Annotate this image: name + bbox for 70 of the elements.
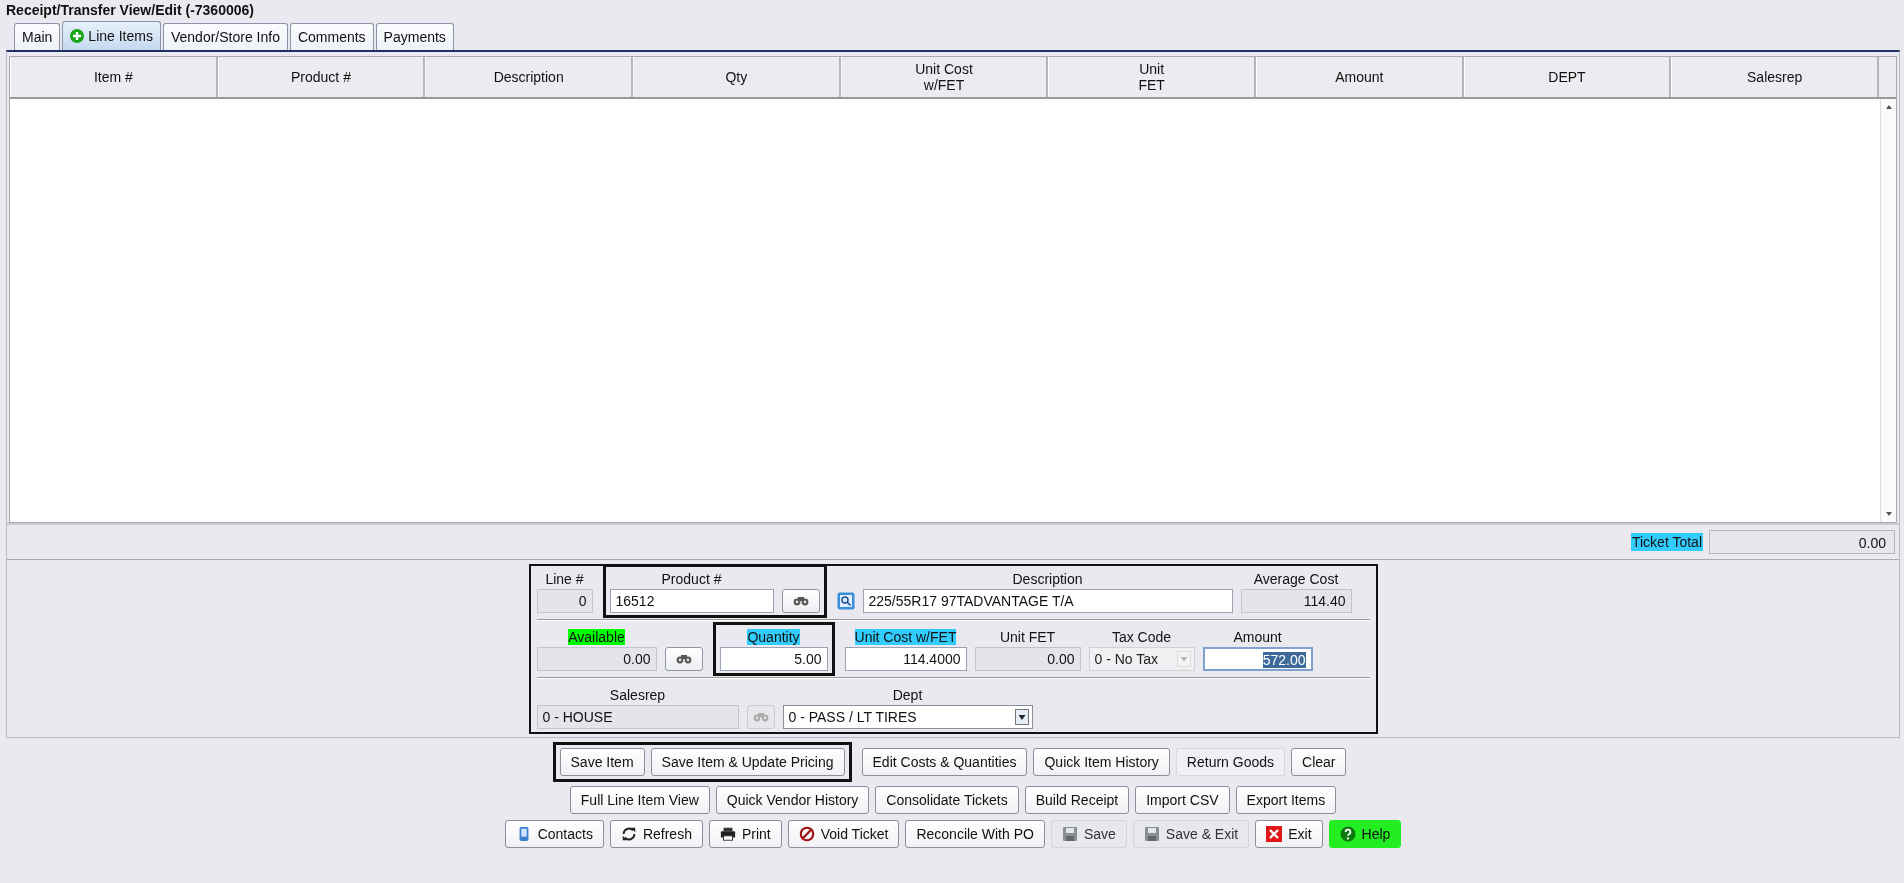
scroll-up-icon[interactable] — [1884, 103, 1893, 111]
binoculars-icon — [752, 712, 769, 722]
button[interactable]: Quick Item History — [1033, 748, 1170, 776]
binoculars-icon — [792, 596, 809, 606]
button[interactable]: Import CSV — [1135, 786, 1230, 814]
input-field[interactable]: 572.00 — [1202, 647, 1313, 671]
tab[interactable]: Main — [14, 23, 61, 50]
ticket-total-field: 0.00 — [1709, 530, 1895, 554]
column-header[interactable]: Unit FET — [1048, 57, 1256, 97]
binoculars-icon — [675, 654, 692, 664]
field-label: Unit FET — [999, 629, 1056, 645]
button[interactable]: Return Goods — [1175, 748, 1285, 776]
button[interactable]: Exit — [1255, 820, 1323, 848]
button[interactable]: Consolidate Tickets — [875, 786, 1019, 814]
field-label: Description — [1012, 571, 1083, 587]
column-header[interactable]: Item # — [10, 57, 218, 97]
button[interactable]: Full Line Item View — [569, 786, 710, 814]
column-header[interactable]: DEPT — [1463, 57, 1672, 97]
button[interactable]: Edit Costs & Quantities — [861, 748, 1028, 776]
input-field[interactable]: 114.4000 — [844, 647, 967, 671]
no-entry-icon — [798, 826, 815, 842]
printer-icon — [719, 826, 736, 842]
field-label: Salesrep — [609, 687, 666, 703]
button[interactable]: Export Items — [1235, 786, 1337, 814]
column-header[interactable]: Qty — [633, 57, 841, 97]
window-title: Receipt/Transfer View/Edit (-7360006) — [6, 1, 255, 20]
button[interactable]: Void Ticket — [787, 820, 900, 848]
button[interactable]: Save Item — [559, 748, 645, 776]
tab[interactable]: Payments — [375, 23, 454, 50]
field-label: Amount — [1233, 629, 1282, 645]
button[interactable]: Quick Vendor History — [715, 786, 870, 814]
field-label: Dept — [892, 687, 923, 703]
input-field[interactable]: 16512 — [609, 589, 774, 613]
ticket-total-label: Ticket Total — [1630, 533, 1703, 551]
scrollbar[interactable] — [1880, 99, 1896, 522]
button[interactable]: Print — [708, 820, 782, 848]
field-label: Product # — [661, 571, 722, 587]
field-label: Quantity — [747, 629, 800, 645]
lookup-button[interactable] — [664, 647, 703, 671]
button[interactable]: Refresh — [609, 820, 703, 848]
field-label: Available — [568, 629, 625, 645]
help-icon — [1339, 826, 1356, 842]
field-label: Average Cost — [1253, 571, 1339, 587]
button[interactable]: Save Item & Update Pricing — [650, 748, 845, 776]
tab[interactable]: Comments — [289, 23, 374, 50]
button[interactable]: Clear — [1291, 748, 1347, 776]
column-header[interactable]: Description — [425, 57, 633, 97]
search-icon[interactable] — [836, 592, 855, 610]
input-field[interactable]: 225/55R17 97TADVANTAGE T/A — [862, 589, 1233, 613]
caret-icon — [1176, 651, 1191, 667]
refresh-icon — [620, 826, 637, 842]
button[interactable]: Help — [1328, 820, 1402, 848]
column-header[interactable]: Product # — [217, 57, 426, 97]
dropdown[interactable]: 0 - PASS / LT TIRES — [782, 705, 1033, 729]
lookup-button[interactable] — [781, 589, 820, 613]
close-icon — [1266, 826, 1283, 842]
tab[interactable]: Vendor/Store Info — [162, 23, 288, 50]
column-header[interactable]: Unit Cost w/FET — [840, 57, 1049, 97]
column-header[interactable]: Amount — [1256, 57, 1464, 97]
button[interactable]: Contacts — [504, 820, 604, 848]
button[interactable]: Reconcile With PO — [905, 820, 1045, 848]
caret-icon — [1014, 709, 1029, 725]
button[interactable]: Build Receipt — [1024, 786, 1130, 814]
scroll-down-icon[interactable] — [1884, 510, 1893, 518]
column-header[interactable]: Salesrep — [1671, 57, 1879, 97]
input-field[interactable]: 5.00 — [719, 647, 828, 671]
field-label: Line # — [545, 571, 584, 587]
tab[interactable]: Line Items — [62, 21, 161, 50]
plus-icon — [70, 29, 85, 43]
field-label: Tax Code — [1111, 629, 1172, 645]
